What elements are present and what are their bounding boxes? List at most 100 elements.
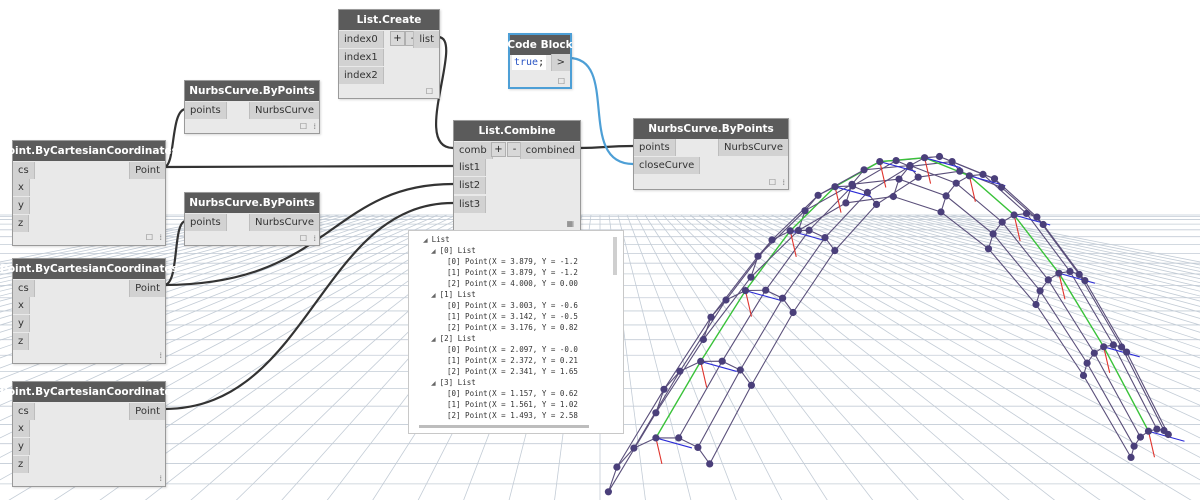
red-normal-line (700, 361, 708, 388)
surface-point (842, 199, 850, 207)
node-title: List.Combine (454, 121, 580, 141)
surface-point (821, 234, 829, 242)
input-port-z[interactable]: z (13, 333, 30, 350)
watch-tree-node[interactable]: ◢ [0] List (431, 246, 476, 256)
input-port-list3[interactable]: list3 (454, 196, 487, 213)
preview-toggle-icon[interactable]: ☐ (558, 77, 565, 86)
surface-point (1118, 343, 1126, 351)
point-by-cartesian-coordinates-node-3[interactable]: Point.ByCartesianCoordinates cs x y z Po… (0, 381, 178, 487)
input-port-index1[interactable]: index1 (339, 49, 384, 66)
watch-tree-leaf: [0] Point(X = 3.879, Y = -1.2 (447, 257, 578, 266)
input-port-y[interactable]: y (13, 197, 30, 214)
surface-point (965, 172, 974, 180)
list-create-node[interactable]: List.Create index0 index1 index2 + - lis… (338, 9, 440, 99)
list-combine-preview-watch[interactable]: ◢ List ◢ [0] List [0] Point(X = 3.879, Y = -… (408, 230, 624, 434)
output-port-nurbscurve[interactable]: NurbsCurve (718, 139, 788, 156)
surface-point (1081, 277, 1089, 285)
surface-point (831, 183, 839, 191)
surface-point (675, 434, 683, 442)
add-input-button[interactable]: + (390, 31, 405, 46)
output-port[interactable]: > (550, 54, 570, 71)
input-port-points[interactable]: points (185, 102, 227, 119)
input-port-list2[interactable]: list2 (454, 177, 487, 194)
input-port-x[interactable]: x (13, 297, 30, 314)
collapse-triangle-icon[interactable]: ◢ (431, 336, 436, 343)
input-port-z[interactable]: z (13, 215, 30, 232)
lacing-icon: ⁞ (159, 474, 162, 483)
nurbscurve-by-points-node-2[interactable]: NurbsCurve.ByPoints points NurbsCurve ☐ … (184, 192, 320, 246)
horizontal-scrollbar[interactable] (419, 425, 589, 428)
preview-toggle-icon[interactable]: ☐ (300, 234, 307, 243)
resize-grip-icon[interactable]: ▦ (566, 219, 574, 228)
longitudinal-curve (697, 161, 1165, 448)
input-port-list1[interactable]: list1 (454, 159, 487, 176)
input-port-cs[interactable]: cs (13, 403, 35, 420)
collapse-triangle-icon[interactable]: ◢ (431, 292, 436, 299)
collapse-triangle-icon[interactable]: ◢ (423, 237, 428, 244)
preview-toggle-icon[interactable]: ☐ (769, 178, 776, 187)
surface-point (889, 192, 898, 201)
node-title: NurbsCurve.ByPoints (185, 193, 319, 213)
lacing-icon: ⁞ (782, 178, 785, 187)
output-port-point[interactable]: Point (129, 280, 165, 297)
point-by-cartesian-coordinates-node-2[interactable]: Point.ByCartesianCoordinates cs x y z Po… (0, 258, 178, 364)
code-editor[interactable]: true; (512, 55, 547, 70)
surface-point (805, 226, 813, 234)
longitudinal-curve (678, 155, 1158, 439)
preview-toggle-icon[interactable]: ☐ (300, 122, 307, 131)
collapse-triangle-icon[interactable]: ◢ (431, 380, 436, 387)
output-port-point[interactable]: Point (129, 403, 165, 420)
input-port-points[interactable]: points (634, 139, 676, 156)
input-port-comb[interactable]: comb (454, 142, 493, 159)
surface-point (1032, 300, 1040, 309)
surface-point (948, 158, 956, 166)
watch-tree-leaf: [0] Point(X = 2.097, Y = -0.0 (447, 345, 578, 354)
input-port-x[interactable]: x (13, 420, 30, 437)
nurbscurve-by-points-node-3[interactable]: NurbsCurve.ByPoints points closeCurve Nu… (633, 118, 789, 190)
node-title: NurbsCurve.ByPoints (634, 119, 788, 139)
output-port-nurbscurve[interactable]: NurbsCurve (249, 102, 319, 119)
surface-point (722, 296, 730, 304)
input-port-x[interactable]: x (13, 179, 30, 196)
watch-tree-leaf: [0] Point(X = 3.003, Y = -0.6 (447, 301, 578, 310)
add-input-button[interactable]: + (491, 142, 506, 157)
input-port-points[interactable]: points (185, 214, 227, 231)
input-port-index2[interactable]: index2 (339, 67, 384, 84)
surface-point (1044, 276, 1052, 284)
output-port-combined[interactable]: combined (519, 142, 580, 159)
vertical-scrollbar[interactable] (613, 237, 617, 275)
list-combine-node[interactable]: List.Combine comb list1 list2 list3 + - … (453, 120, 581, 232)
input-port-cs[interactable]: cs (13, 162, 35, 179)
input-port-y[interactable]: y (13, 438, 30, 455)
surface-point (789, 308, 797, 317)
surface-point (736, 366, 744, 374)
preview-toggle-icon[interactable]: ☐ (146, 233, 153, 242)
code-block-node[interactable]: Code Block true; > ☐ (507, 33, 573, 89)
input-port-y[interactable]: y (13, 315, 30, 332)
nurbscurve-by-points-node-1[interactable]: NurbsCurve.ByPoints points NurbsCurve ☐ … (184, 80, 320, 134)
node-title: NurbsCurve.ByPoints (185, 81, 319, 101)
watch-tree-leaf: [2] Point(X = 3.176, Y = 0.82 (447, 323, 578, 332)
output-port-nurbscurve[interactable]: NurbsCurve (249, 214, 319, 231)
collapse-triangle-icon[interactable]: ◢ (431, 248, 436, 255)
grid-line (626, 214, 737, 500)
input-port-closecurve[interactable]: closeCurve (634, 157, 701, 174)
point-by-cartesian-coordinates-node-1[interactable]: Point.ByCartesianCoordinates cs x y z Po… (0, 140, 178, 246)
output-port-list[interactable]: list (413, 31, 439, 48)
surface-point (1055, 269, 1063, 277)
input-port-index0[interactable]: index0 (339, 31, 384, 48)
input-port-cs[interactable]: cs (13, 280, 35, 297)
watch-tree-leaf: [1] Point(X = 2.372, Y = 0.21 (447, 356, 578, 365)
watch-tree-node[interactable]: ◢ [2] List (431, 334, 476, 344)
preview-toggle-icon[interactable]: ☐ (426, 87, 433, 96)
surface-point (1079, 371, 1088, 380)
surface-point (1039, 220, 1047, 229)
watch-tree-node[interactable]: ◢ List (423, 235, 450, 245)
grid-line (950, 214, 1200, 266)
surface-point (1109, 341, 1117, 349)
watch-tree-node[interactable]: ◢ [1] List (431, 290, 476, 300)
output-port-point[interactable]: Point (129, 162, 165, 179)
watch-tree-node[interactable]: ◢ [3] List (431, 378, 476, 388)
input-port-z[interactable]: z (13, 456, 30, 473)
surface-point (794, 226, 803, 235)
